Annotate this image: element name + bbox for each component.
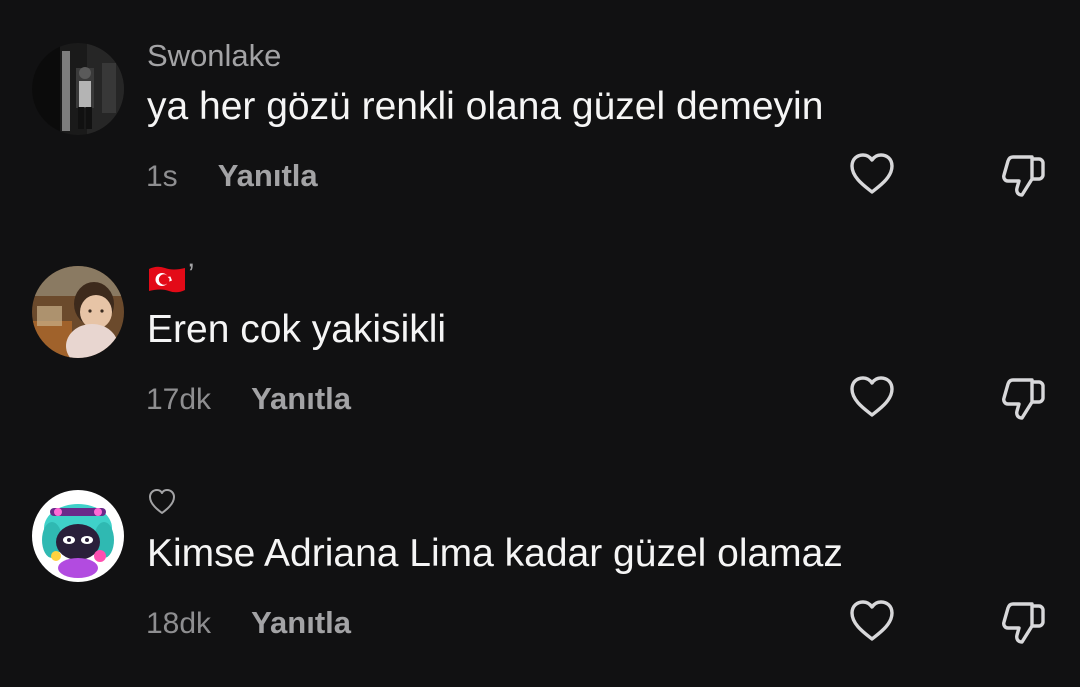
cartoon-character-avatar-icon bbox=[32, 490, 124, 582]
thumbs-down-outline-icon bbox=[1002, 602, 1045, 644]
avatar[interactable] bbox=[32, 490, 124, 582]
comment-item: Kimse Adriana Lima kadar güzel olamaz 18… bbox=[0, 487, 1080, 687]
comment-item: Swonlake ya her gözü renkli olana güzel … bbox=[0, 38, 1080, 240]
like-button[interactable] bbox=[848, 375, 896, 419]
timestamp: 17dk bbox=[146, 383, 212, 416]
small-heart-icon bbox=[149, 489, 175, 514]
comment-text: ya her gözü renkli olana güzel demeyin bbox=[147, 85, 824, 128]
avatar[interactable] bbox=[32, 266, 124, 358]
comment-text: Kimse Adriana Lima kadar güzel olamaz bbox=[147, 532, 843, 575]
like-button[interactable] bbox=[848, 152, 896, 196]
dislike-button[interactable] bbox=[999, 598, 1047, 646]
username[interactable] bbox=[147, 487, 177, 521]
heart-outline-icon bbox=[850, 376, 894, 417]
username[interactable]: Swonlake bbox=[147, 38, 281, 74]
comment-text: Eren cok yakisikli bbox=[147, 308, 447, 351]
like-button[interactable] bbox=[848, 599, 896, 643]
timestamp: 1s bbox=[146, 160, 178, 193]
comment-item: ʼ Eren cok yakisikli 17dk Yanıtla bbox=[0, 259, 1080, 463]
reply-button[interactable]: Yanıtla bbox=[218, 156, 318, 196]
timestamp: 18dk bbox=[146, 607, 212, 640]
comment-meta: 18dk Yanıtla bbox=[146, 603, 351, 643]
reply-button[interactable]: Yanıtla bbox=[251, 379, 351, 419]
child-photo-avatar-icon bbox=[32, 266, 124, 358]
dark-photo-avatar-icon bbox=[32, 43, 124, 135]
thumbs-down-outline-icon bbox=[1002, 378, 1045, 420]
thumbs-down-outline-icon bbox=[1002, 155, 1045, 197]
comment-meta: 17dk Yanıtla bbox=[146, 379, 351, 419]
reply-button[interactable]: Yanıtla bbox=[251, 603, 351, 643]
comment-meta: 1s Yanıtla bbox=[146, 156, 318, 196]
heart-outline-icon bbox=[850, 600, 894, 641]
heart-outline-icon bbox=[850, 153, 894, 194]
dislike-button[interactable] bbox=[999, 151, 1047, 199]
dislike-button[interactable] bbox=[999, 374, 1047, 422]
turkey-flag-icon bbox=[149, 266, 185, 293]
avatar[interactable] bbox=[32, 43, 124, 135]
username-suffix: ʼ bbox=[188, 259, 195, 292]
username[interactable]: ʼ bbox=[147, 259, 195, 297]
